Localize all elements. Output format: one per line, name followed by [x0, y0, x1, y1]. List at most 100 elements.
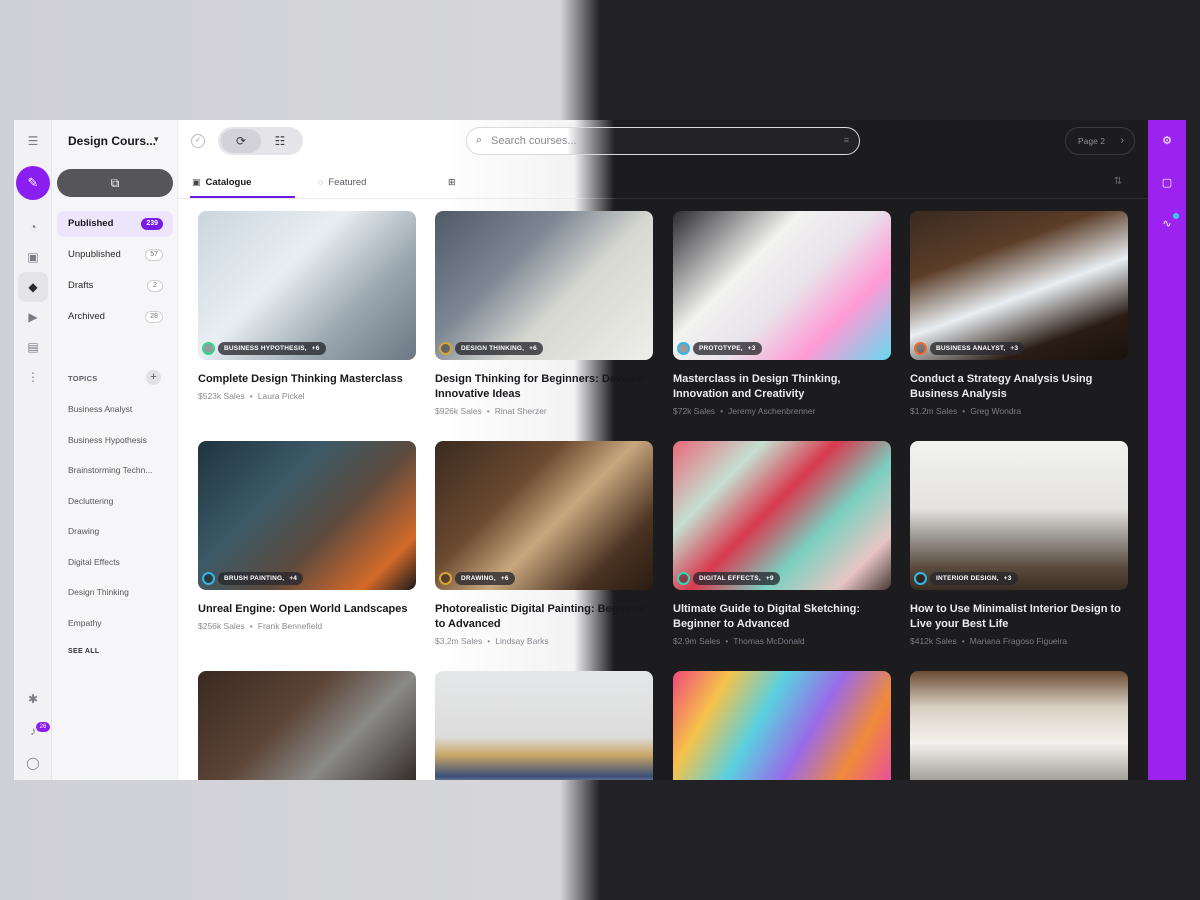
course-card[interactable]: DIGITAL EFFECTS, +9 Ultimate Guide to Dig…	[673, 441, 891, 646]
tab-featured[interactable]: ◌ Featured	[318, 177, 366, 188]
course-title[interactable]: Complete Design Thinking Masterclass	[198, 372, 416, 387]
project-title[interactable]: Design Cours...	[68, 134, 156, 148]
course-meta: $926k Sales • Rinat Sherzer	[435, 406, 547, 416]
tag-label: BUSINESS HYPOTHESIS,	[224, 345, 307, 352]
course-card[interactable]: DESIGN THINKING, +6 Design Thinking for B…	[435, 211, 653, 416]
tag-pill: DESIGN THINKING, +6	[455, 342, 543, 355]
topic-item[interactable]: Drawing	[68, 526, 164, 536]
course-card[interactable]	[198, 671, 416, 780]
status-count: 57	[145, 249, 163, 261]
course-card[interactable]: BRUSH PAINTING, +4 Unreal Engine: Open Wo…	[198, 441, 416, 631]
bug-icon[interactable]: ✱	[24, 690, 42, 708]
topic-item[interactable]: Business Hypothesis	[68, 435, 164, 445]
status-label: Archived	[68, 311, 105, 322]
course-tag: DIGITAL EFFECTS, +9	[677, 572, 780, 585]
search-icon: ⌕	[476, 134, 483, 146]
progress-ring	[677, 572, 690, 585]
status-drafts[interactable]: Drafts 2	[57, 273, 173, 299]
more-icon[interactable]: ⋮	[24, 368, 42, 386]
sidebar: Design Cours... ▾ ⧉ Published 239 Unpubl…	[52, 120, 178, 780]
status-archived[interactable]: Archived 28	[57, 304, 173, 330]
tag-more: +3	[1010, 345, 1019, 352]
status-count: 28	[145, 311, 163, 323]
course-title[interactable]: Photorealistic Digital Painting: Beginne…	[435, 602, 653, 632]
progress-ring	[202, 342, 215, 355]
menu-icon[interactable]: ☰	[24, 132, 42, 150]
course-card[interactable]: PROTOTYPE, +3 Masterclass in Design Think…	[673, 211, 891, 416]
course-title[interactable]: Design Thinking for Beginners: Develop I…	[435, 372, 653, 402]
topic-item[interactable]: Digital Effects	[68, 557, 164, 567]
external-link-button[interactable]: ⧉	[57, 169, 173, 197]
status-unpublished[interactable]: Unpublished 57	[57, 242, 173, 268]
search-input[interactable]	[491, 132, 811, 150]
course-card[interactable]: INTERIOR DESIGN, +3 How to Use Minimalist…	[910, 441, 1128, 646]
tag-pill: BRUSH PAINTING, +4	[218, 572, 304, 585]
course-card[interactable]: DRAWING, +6 Photorealistic Digital Painti…	[435, 441, 653, 646]
status-published[interactable]: Published 239	[57, 211, 173, 237]
status-label: Published	[68, 218, 114, 229]
course-thumbnail: DIGITAL EFFECTS, +9	[673, 441, 891, 590]
profile-card-icon[interactable]: ▢	[1159, 175, 1175, 191]
progress-ring	[439, 572, 452, 585]
tag-more: +6	[311, 345, 320, 352]
course-sales: $256k Sales	[198, 621, 245, 631]
settings-sliders-icon[interactable]: ⚙	[1159, 133, 1175, 149]
add-topic-button[interactable]: +	[146, 370, 161, 385]
courses-icon[interactable]: ▣	[24, 248, 42, 266]
tab-catalogue[interactable]: ▣ Catalogue	[192, 177, 251, 188]
course-sales: $523k Sales	[198, 391, 245, 401]
course-card[interactable]	[673, 671, 891, 780]
course-meta: $72k Sales • Jeremy Aschenbrenner	[673, 406, 816, 416]
course-card[interactable]: BUSINESS HYPOTHESIS, +6 Complete Design T…	[198, 211, 416, 401]
sort-icon[interactable]: ⇅	[1114, 176, 1122, 187]
topic-item[interactable]: Decluttering	[68, 496, 164, 506]
course-title[interactable]: Ultimate Guide to Digital Sketching: Beg…	[673, 602, 891, 632]
status-label: Unpublished	[68, 249, 121, 260]
status-count: 2	[147, 280, 163, 292]
tag-label: DRAWING,	[461, 575, 496, 582]
page-button[interactable]: Page 2 ›	[1065, 127, 1135, 155]
list-icon: ☷	[274, 134, 286, 148]
graduation-cap-icon[interactable]: ◆	[24, 278, 42, 296]
tag-label: BRUSH PAINTING,	[224, 575, 285, 582]
video-icon[interactable]: ▶	[24, 308, 42, 326]
tag-pill: BUSINESS HYPOTHESIS, +6	[218, 342, 326, 355]
course-title[interactable]: Unreal Engine: Open World Landscapes	[198, 602, 416, 617]
profile-icon[interactable]: ◯	[24, 754, 42, 772]
course-card[interactable]	[910, 671, 1128, 780]
course-thumbnail	[198, 671, 416, 780]
chevron-down-icon[interactable]: ▾	[154, 134, 159, 145]
topic-item[interactable]: Business Analyst	[68, 404, 164, 414]
course-title[interactable]: Masterclass in Design Thinking, Innovati…	[673, 372, 891, 402]
course-sales: $926k Sales	[435, 406, 482, 416]
activity-icon[interactable]: ∿	[1159, 216, 1175, 232]
activity-dot	[1173, 213, 1179, 219]
topic-item[interactable]: Empathy	[68, 618, 164, 628]
filter-icon[interactable]: ≡	[844, 135, 849, 145]
course-meta: $1.2m Sales • Greg Wondra	[910, 406, 1022, 416]
select-all-checkbox[interactable]: ✓	[191, 134, 205, 148]
tag-label: BUSINESS ANALYST,	[936, 345, 1006, 352]
see-all-link[interactable]: SEE ALL	[68, 648, 99, 655]
clipboard-icon[interactable]: ▤	[24, 338, 42, 356]
course-tag: DRAWING, +6	[439, 572, 515, 585]
course-card[interactable]: BUSINESS ANALYST, +3 Conduct a Strategy A…	[910, 211, 1128, 416]
course-title[interactable]: How to Use Minimalist Interior Design to…	[910, 602, 1128, 632]
dashboard-icon[interactable]: ◔	[24, 218, 42, 236]
topics-heading: TOPICS	[68, 374, 98, 383]
topic-item[interactable]: Brainstorming Techn...	[68, 465, 164, 475]
tab-add[interactable]: ⊞	[448, 177, 461, 188]
icon-rail: ☰ ✎ ◔ ▣ ◆ ▶ ▤ ⋮ ✱ ♪ 26 ◯	[14, 120, 52, 780]
course-author: Lindsay Barks	[495, 636, 549, 646]
topic-item[interactable]: Design Thinking	[68, 587, 164, 597]
list-view-button[interactable]: ☷	[260, 129, 300, 153]
course-thumbnail	[435, 671, 653, 780]
course-title[interactable]: Conduct a Strategy Analysis Using Busine…	[910, 372, 1128, 402]
pencil-icon: ✎	[27, 175, 39, 190]
course-tag: INTERIOR DESIGN, +3	[914, 572, 1018, 585]
course-card[interactable]	[435, 671, 653, 780]
compose-button[interactable]: ✎	[16, 166, 50, 200]
refresh-view-button[interactable]: ⟳	[221, 129, 261, 153]
course-meta: $3.2m Sales • Lindsay Barks	[435, 636, 549, 646]
tag-more: +4	[289, 575, 298, 582]
